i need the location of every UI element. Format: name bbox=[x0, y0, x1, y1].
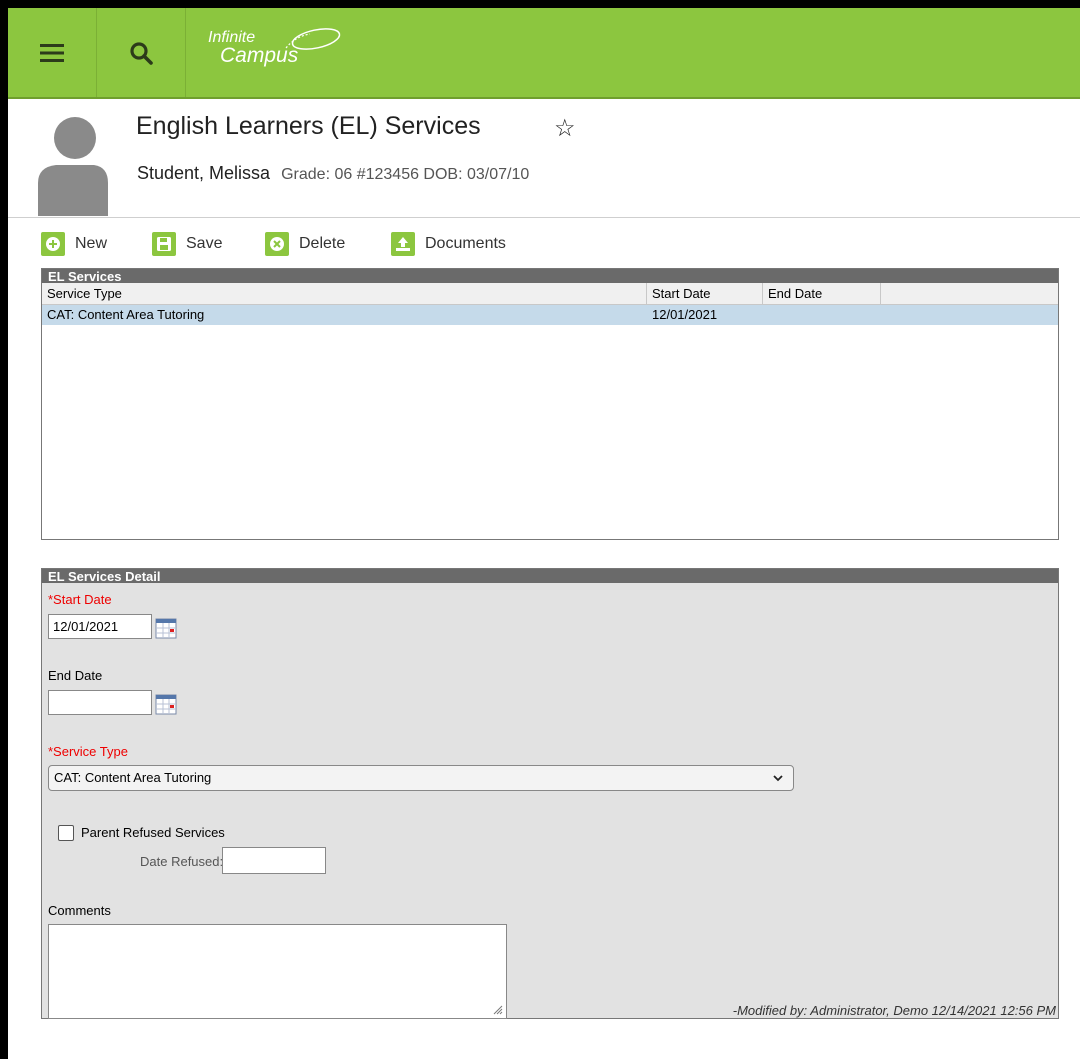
upload-icon bbox=[391, 232, 415, 256]
el-services-detail-panel: EL Services Detail *Start Date 12/01/202… bbox=[41, 568, 1059, 1019]
student-meta: Grade: 06 #123456 DOB: 03/07/10 bbox=[281, 166, 530, 183]
detail-title: EL Services Detail bbox=[42, 569, 1058, 584]
service-type-select[interactable]: CAT: Content Area Tutoring bbox=[48, 765, 794, 791]
search-icon bbox=[130, 41, 153, 65]
comments-textarea[interactable] bbox=[48, 924, 507, 1019]
page-title: English Learners (EL) Services bbox=[136, 112, 481, 140]
el-services-panel: EL Services Service Type Start Date End … bbox=[41, 268, 1059, 540]
services-table-header: Service Type Start Date End Date bbox=[42, 283, 1058, 305]
start-date-label: *Start Date bbox=[48, 592, 112, 607]
column-header-start-date[interactable]: Start Date bbox=[647, 283, 763, 304]
date-refused-field[interactable] bbox=[222, 847, 326, 874]
service-type-label: *Service Type bbox=[48, 744, 128, 759]
column-header-service-type[interactable]: Service Type bbox=[42, 283, 647, 304]
header-divider bbox=[8, 217, 1080, 218]
logo-swoosh-icon bbox=[285, 28, 341, 50]
parent-refused-label: Parent Refused Services bbox=[81, 825, 225, 840]
top-navigation-bar: Infinite Campus bbox=[8, 8, 1080, 99]
menu-button[interactable] bbox=[8, 8, 97, 97]
service-type-value: CAT: Content Area Tutoring bbox=[54, 770, 212, 785]
new-button[interactable]: New bbox=[41, 230, 107, 258]
end-date-label: End Date bbox=[48, 668, 103, 683]
student-info: Student, Melissa Grade: 06 #123456 DOB: … bbox=[137, 163, 529, 184]
search-button[interactable] bbox=[97, 8, 186, 97]
favorite-star-icon[interactable]: ☆ bbox=[554, 114, 576, 143]
resize-grip-icon[interactable] bbox=[493, 1005, 503, 1015]
cell-service-type: CAT: Content Area Tutoring bbox=[47, 307, 205, 322]
calendar-icon[interactable] bbox=[155, 617, 177, 639]
end-date-field[interactable] bbox=[48, 690, 152, 715]
start-date-field[interactable]: 12/01/2021 bbox=[48, 614, 152, 639]
table-row[interactable]: CAT: Content Area Tutoring 12/01/2021 bbox=[42, 305, 1058, 325]
modified-by-text: -Modified by: Administrator, Demo 12/14/… bbox=[732, 1003, 1056, 1018]
save-button[interactable]: Save bbox=[152, 230, 222, 258]
app-window: Infinite Campus English Learners (EL) Se… bbox=[8, 8, 1080, 1059]
delete-button[interactable]: Delete bbox=[265, 230, 345, 258]
delete-circle-icon bbox=[265, 232, 289, 256]
hamburger-icon bbox=[40, 43, 64, 62]
documents-button[interactable]: Documents bbox=[391, 230, 506, 258]
plus-circle-icon bbox=[41, 232, 65, 256]
el-services-title: EL Services bbox=[42, 269, 1058, 284]
date-refused-label: Date Refused: bbox=[140, 854, 224, 869]
cell-start-date: 12/01/2021 bbox=[652, 307, 718, 322]
student-avatar bbox=[38, 117, 108, 216]
student-name: Student, Melissa bbox=[137, 163, 271, 183]
infinite-campus-logo[interactable]: Infinite Campus bbox=[208, 28, 341, 66]
column-header-end-date[interactable]: End Date bbox=[763, 283, 881, 304]
comments-label: Comments bbox=[48, 903, 111, 918]
parent-refused-checkbox[interactable] bbox=[58, 825, 74, 841]
chevron-down-icon bbox=[773, 766, 783, 798]
floppy-disk-icon bbox=[152, 232, 176, 256]
calendar-icon[interactable] bbox=[155, 693, 177, 715]
